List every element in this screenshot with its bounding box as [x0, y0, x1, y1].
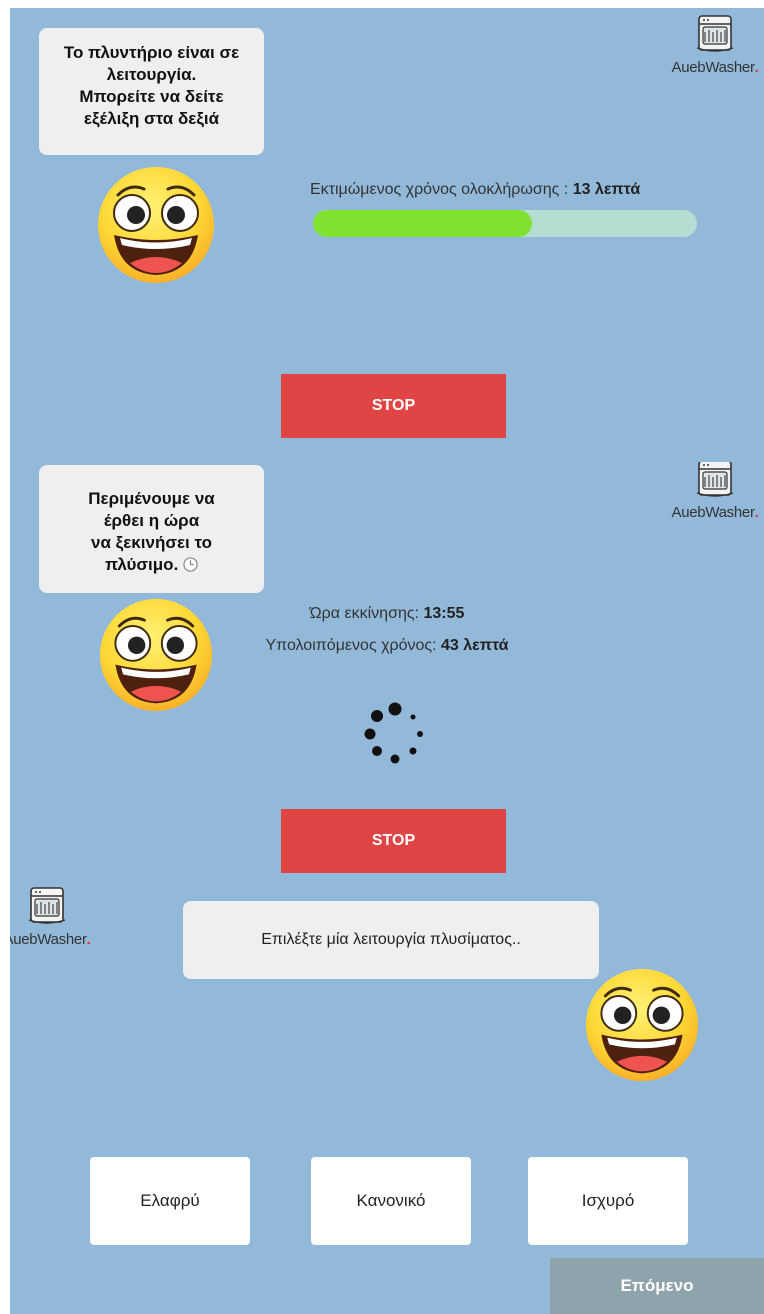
logo-text: AuebWasher	[671, 504, 755, 521]
smiley-emoji-icon	[584, 967, 700, 1083]
bubble-line: Περιμένουμε να	[88, 489, 215, 508]
speech-bubble: Το πλυντήριο είναι σε λειτουργία. Μπορεί…	[39, 28, 264, 155]
speech-bubble: Επιλέξτε μία λειτουργία πλυσίματος..	[183, 901, 599, 979]
bubble-line: να ξεκινήσει το	[91, 533, 212, 552]
estimated-time-label: Εκτιμώμενος χρόνος ολοκλήρωσης :	[310, 181, 573, 198]
bubble-line: πλύσιμο.	[104, 555, 179, 574]
logo-text: AuebWasher	[10, 931, 87, 948]
clock-icon	[183, 557, 198, 572]
progress-bar	[313, 210, 697, 237]
progress-fill	[313, 210, 532, 237]
start-time: Ώρα εκκίνησης: 13:55	[10, 605, 764, 623]
waiting-screen: Περιμένουμε να έρθει η ώρα να ξεκινήσει …	[10, 462, 764, 882]
stop-button[interactable]: STOP	[281, 809, 506, 873]
speech-bubble: Περιμένουμε να έρθει η ώρα να ξεκινήσει …	[39, 465, 264, 593]
running-screen: Το πλυντήριο είναι σε λειτουργία. Μπορεί…	[10, 8, 764, 462]
aueb-washer-logo: AuebWasher.	[10, 886, 92, 948]
dishwasher-logo-icon	[27, 886, 67, 926]
bubble-line-with-clock: πλύσιμο.	[39, 554, 264, 576]
bubble-line: εξέλιξη στα δεξιά	[83, 109, 220, 128]
mode-strong-button[interactable]: Ισχυρό	[528, 1157, 688, 1245]
aueb-washer-logo: AuebWasher.	[670, 14, 760, 76]
remaining-time: Υπολοιπόμενος χρόνος: 43 λεπτά	[10, 637, 764, 655]
remaining-time-value: 43 λεπτά	[441, 637, 509, 654]
mode-light-button[interactable]: Ελαφρύ	[90, 1157, 250, 1245]
aueb-washer-logo: AuebWasher.	[670, 462, 760, 521]
bubble-line: λειτουργία.	[106, 65, 197, 84]
smiley-emoji-icon	[96, 165, 216, 285]
dishwasher-logo-icon	[695, 462, 735, 499]
estimated-time-value: 13 λεπτά	[572, 181, 641, 198]
next-button[interactable]: Επόμενο	[550, 1258, 764, 1314]
estimated-time: Εκτιμώμενος χρόνος ολοκλήρωσης : 13 λεπτ…	[310, 181, 705, 199]
start-time-label: Ώρα εκκίνησης:	[309, 605, 424, 622]
mode-normal-button[interactable]: Κανονικό	[311, 1157, 471, 1245]
stop-button[interactable]: STOP	[281, 374, 506, 438]
dishwasher-logo-icon	[695, 14, 735, 54]
remaining-time-label: Υπολοιπόμενος χρόνος:	[265, 637, 441, 654]
start-time-value: 13:55	[423, 605, 465, 622]
bubble-line: Το πλυντήριο είναι σε	[63, 43, 240, 62]
bubble-line: έρθει η ώρα	[103, 511, 200, 530]
logo-text: AuebWasher	[671, 59, 755, 76]
bubble-text: Επιλέξτε μία λειτουργία πλυσίματος..	[261, 931, 521, 948]
select-mode-screen: AuebWasher. Επιλέξτε μία λειτουργία πλυσ…	[10, 882, 764, 1314]
loading-spinner-icon	[364, 702, 423, 764]
bubble-line: Μπορείτε να δείτε	[79, 87, 224, 106]
